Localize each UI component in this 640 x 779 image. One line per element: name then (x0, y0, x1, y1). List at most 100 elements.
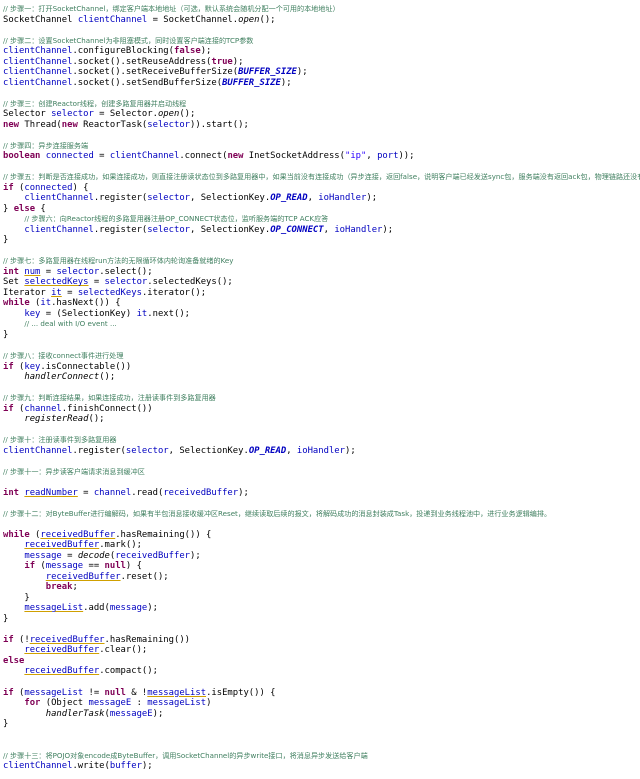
code-text: ); (382, 224, 394, 235)
code-line-6: clientChannel.socket().setReuseAddress(t… (3, 57, 640, 68)
code-identifier: selector (51, 109, 94, 120)
code-line-18: if (connected) { (3, 183, 640, 194)
code-line-42: // 步骤十：注册读事件到多路复用器 (3, 435, 640, 446)
code-text: .read( (131, 487, 164, 498)
code-comment: // 步骤四：异步连接服务端 (3, 140, 89, 150)
code-line-63: else (3, 656, 640, 667)
code-identifier: messageList (147, 687, 207, 698)
code-identifier: messageE (88, 698, 132, 709)
code-identifier: it (136, 308, 148, 319)
code-identifier: clientChannel (3, 77, 73, 88)
code-line-39: if (channel.finishConnect()) (3, 404, 640, 415)
code-line-31: // ... deal with I/O event ... (3, 319, 640, 330)
code-text: } (3, 235, 9, 246)
code-constant: BUFFER_SIZE (238, 67, 297, 78)
code-text: .isEmpty()) { (206, 687, 276, 698)
code-text: Iterator (3, 287, 52, 298)
code-text: = (40, 266, 57, 277)
code-text: , SelectionKey. (190, 193, 271, 204)
code-line-67: for (Object messageE : messageList) (3, 698, 640, 709)
code-text: , (286, 445, 297, 456)
code-line-35: if (key.isConnectable()) (3, 362, 640, 373)
code-comment: // 步骤十二：对ByteBuffer进行编解码，如果有半包消息接收缓冲区Res… (3, 508, 552, 518)
code-line-72: // 步骤十三：将POJO对象encode成ByteBuffer，调用Socke… (3, 751, 640, 762)
code-text: .hasRemaining()) { (115, 529, 212, 540)
code-identifier: it (51, 287, 62, 298)
code-text: ); (280, 77, 292, 88)
code-identifier: messageList (147, 698, 207, 709)
code-text: ); (147, 603, 158, 614)
code-identifier: clientChannel (3, 445, 73, 456)
code-keyword: if (3, 361, 14, 372)
code-line-25: // 步骤七：多路复用器在线程run方法的无限循环体内轮询准备就绪的Key (3, 256, 640, 267)
code-text: .compact(); (99, 666, 158, 677)
code-identifier: messageE (109, 708, 153, 719)
code-comment: // 步骤七：多路复用器在线程run方法的无限循环体内轮询准备就绪的Key (3, 256, 234, 266)
code-text: .socket().setSendBufferSize( (72, 77, 223, 88)
code-identifier: messageList (24, 603, 84, 614)
code-keyword: if (3, 182, 14, 193)
code-text: .connect( (179, 151, 228, 162)
code-static-method: decode (77, 550, 110, 561)
code-line-40: registerRead(); (3, 414, 640, 425)
code-identifier: num (24, 266, 41, 277)
code-comment: // 步骤十三：将POJO对象encode成ByteBuffer，调用Socke… (3, 750, 368, 760)
code-text: ); (190, 550, 201, 561)
code-text: } (3, 329, 9, 340)
code-line-22: clientChannel.register(selector, Selecti… (3, 225, 640, 236)
code-identifier: ioHandler (318, 193, 367, 204)
code-text: (); (179, 109, 196, 120)
code-text: .selectedKeys(); (147, 277, 233, 288)
code-comment: // 步骤十一：异步读客户端请求消息到缓冲区 (3, 466, 145, 476)
code-text: ( (13, 687, 25, 698)
code-identifier: selector (56, 266, 100, 277)
code-identifier: ioHandler (296, 445, 345, 456)
code-text: .hasRemaining()) (104, 634, 191, 645)
code-keyword: if (3, 403, 14, 414)
code-text: .configureBlocking( (72, 46, 174, 57)
code-line-55: receivedBuffer.reset(); (3, 572, 640, 583)
code-comment: // 步骤二：设置SocketChannel为非阻塞模式，同时设置客户端连接的T… (3, 35, 254, 45)
code-comment: // 步骤五：判断是否连接成功，如果连接成功，则直接注册读状态位到多路复用器中，… (3, 172, 640, 182)
code-text: .register( (93, 193, 148, 204)
code-editor[interactable]: // 步骤一：打开SocketChannel，绑定客户端本地地址（可选，默认系统… (0, 0, 640, 779)
code-text: (); (99, 372, 116, 383)
code-identifier: selectedKeys (24, 277, 89, 288)
code-text: == (83, 561, 105, 572)
code-line-29: while (it.hasNext()) { (3, 298, 640, 309)
code-identifier: channel (24, 403, 62, 414)
code-text: .iterator(); (141, 287, 207, 298)
code-text: )); (398, 151, 415, 162)
code-identifier: message (45, 561, 84, 572)
code-text: } (3, 613, 9, 624)
code-line-12: new Thread(new ReactorTask(selector)).st… (3, 120, 640, 131)
code-text: = (93, 151, 110, 162)
code-line-56: break; (3, 582, 640, 593)
code-keyword: int (3, 487, 20, 498)
code-keyword: if (24, 561, 36, 572)
code-text: ReactorTask( (77, 119, 148, 130)
code-identifier: clientChannel (109, 151, 180, 162)
code-static-method: open (157, 109, 180, 120)
code-text: = (61, 550, 78, 561)
code-keyword: int (3, 266, 20, 277)
code-identifier: messageList (24, 687, 84, 698)
code-text: ) { (72, 182, 89, 193)
code-identifier: selector (125, 445, 169, 456)
code-text: = (SelectionKey) (40, 308, 137, 319)
code-line-52: receivedBuffer.mark(); (3, 540, 640, 551)
code-text: (Object (40, 698, 89, 709)
code-keyword: boolean (3, 151, 41, 162)
code-text: : (131, 698, 148, 709)
code-text: ); (296, 67, 308, 78)
